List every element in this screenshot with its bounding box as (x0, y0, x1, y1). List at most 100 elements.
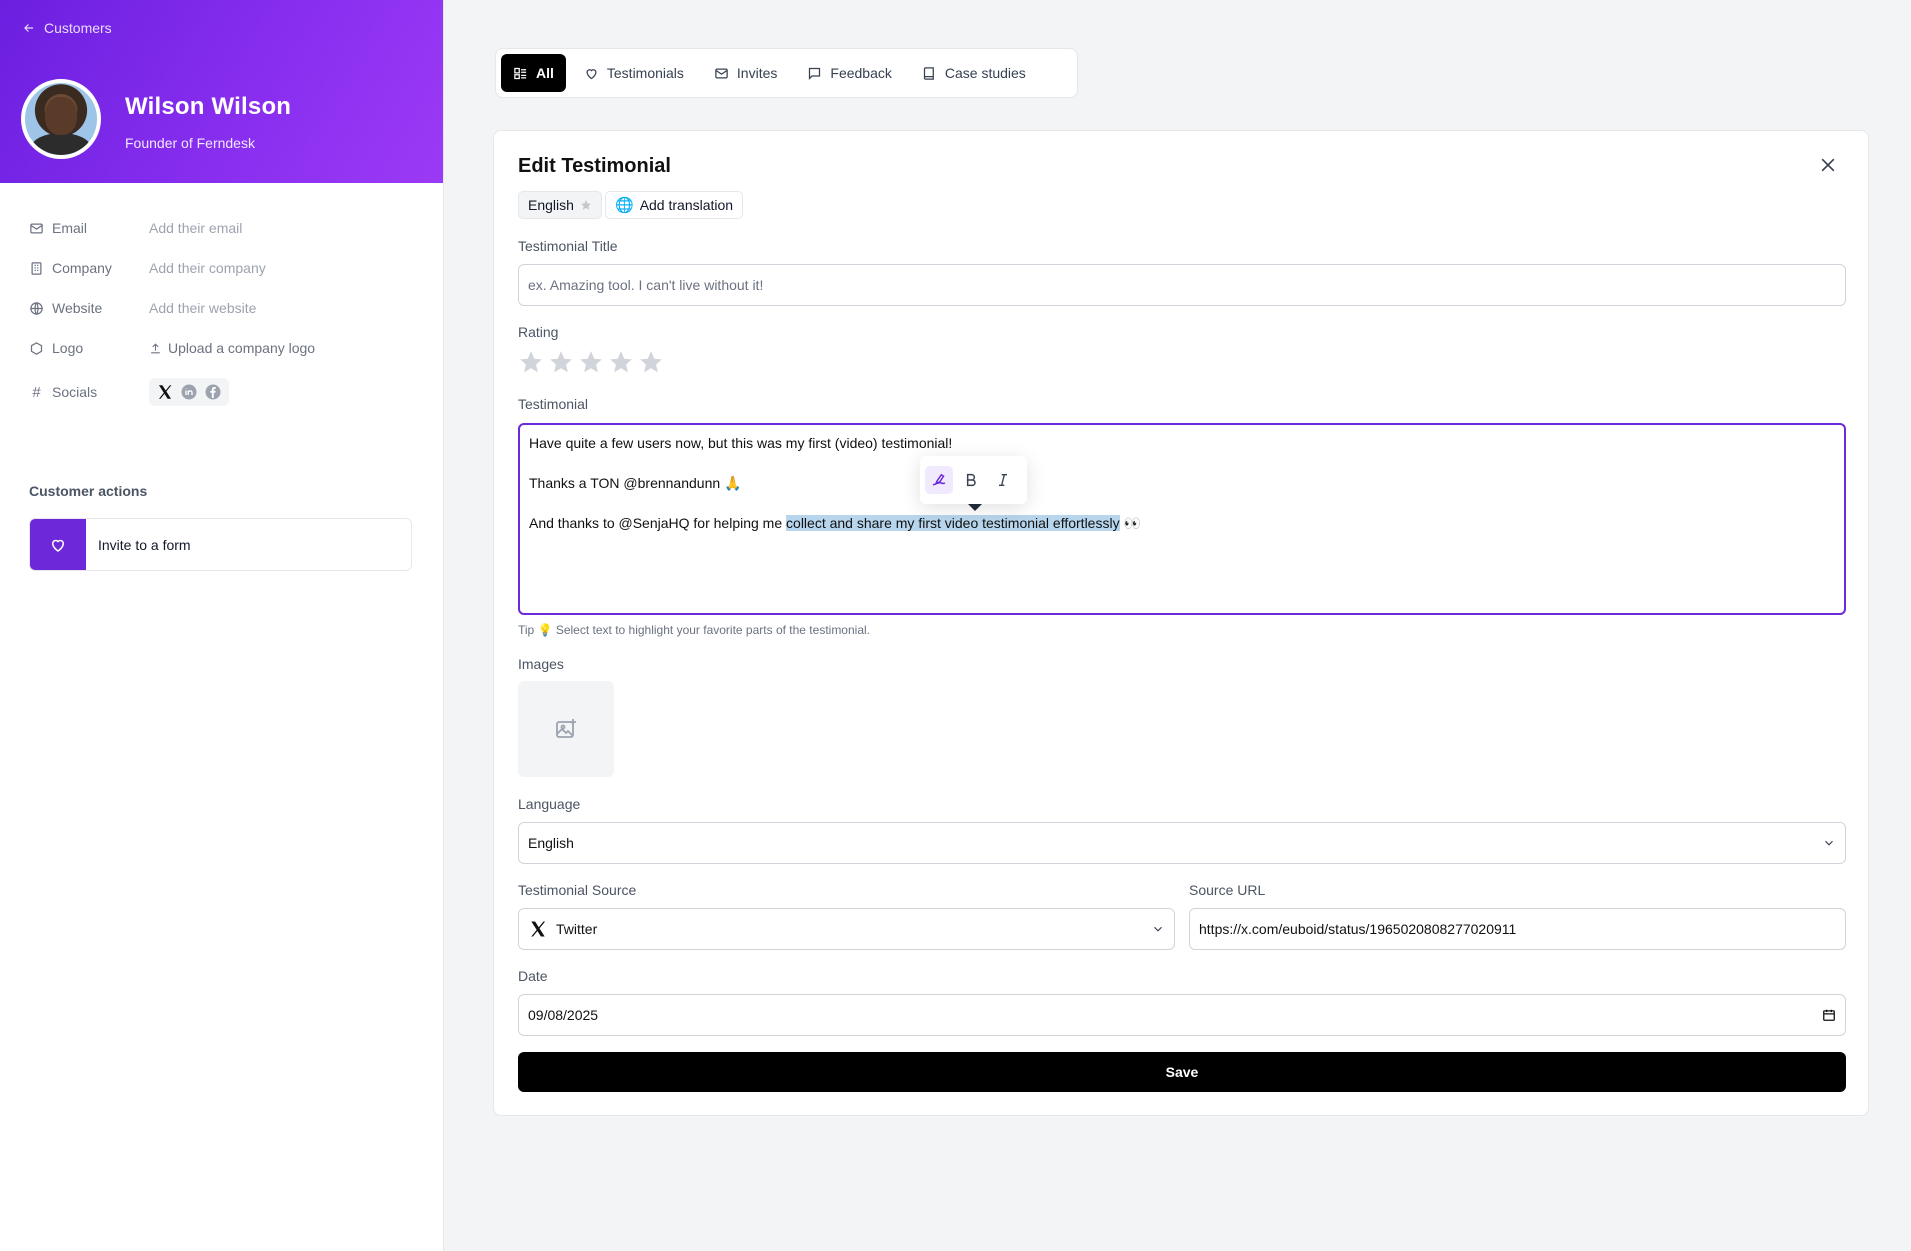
star-icon[interactable] (578, 349, 604, 375)
testimonial-editor[interactable]: Have quite a few users now, but this was… (518, 423, 1846, 615)
hash-icon: # (32, 383, 41, 401)
highlighter-icon[interactable] (925, 466, 953, 494)
x-icon[interactable] (153, 381, 177, 403)
tab-testimonials[interactable]: Testimonials (572, 54, 696, 92)
avatar (21, 79, 101, 159)
customer-actions-title: Customer actions (29, 483, 148, 499)
tab-feedback-label: Feedback (830, 65, 892, 81)
email-label: Email (52, 220, 88, 236)
tab-invites-label: Invites (736, 65, 778, 81)
source-label: Testimonial Source (518, 882, 637, 898)
upload-logo-button[interactable]: Upload a company logo (149, 340, 315, 356)
tip-text: Tip 💡 Select text to highlight your favo… (518, 623, 870, 637)
upload-icon (151, 342, 160, 353)
email-field[interactable]: Add their email (149, 220, 242, 236)
hexagon-icon (30, 341, 43, 355)
company-row: Company Add their company (29, 260, 266, 276)
tab-testimonials-label: Testimonials (606, 65, 684, 81)
heart-icon (586, 68, 597, 79)
company-field[interactable]: Add their company (149, 260, 266, 276)
invite-to-form-button[interactable]: Invite to a form (29, 518, 412, 571)
building-icon (31, 261, 42, 275)
invite-to-form-label: Invite to a form (98, 536, 191, 553)
rating-label: Rating (518, 324, 559, 340)
upload-logo-label: Upload a company logo (168, 340, 316, 356)
customer-sidebar: Customers Wilson Wilson Founder of Fernd… (0, 0, 444, 1251)
page-title: Edit Testimonial (518, 155, 671, 177)
source-url-label: Source URL (1189, 882, 1266, 898)
tab-all-label: All (536, 65, 554, 81)
customer-header: Customers Wilson Wilson Founder of Fernd… (0, 0, 443, 183)
star-icon[interactable] (548, 349, 574, 375)
mail-icon (715, 68, 728, 78)
save-button[interactable]: Save (518, 1052, 1846, 1092)
tab-all[interactable]: All (501, 54, 566, 92)
mail-icon (30, 223, 43, 233)
back-link-label: Customers (44, 20, 112, 36)
website-field[interactable]: Add their website (149, 300, 256, 316)
testimonial-line: Thanks a TON @brennandunn 🙏 (529, 475, 742, 491)
testimonial-text: And thanks to @SenjaHQ for helping me (529, 515, 787, 531)
linkedin-icon[interactable] (177, 381, 201, 403)
star-icon[interactable] (518, 349, 544, 375)
add-translation-label: Add translation (639, 197, 734, 213)
chevron-down-icon (1825, 840, 1833, 846)
testimonial-label: Testimonial (518, 396, 589, 412)
logo-label: Logo (52, 340, 84, 356)
company-label: Company (52, 260, 112, 276)
language-select[interactable]: English (518, 822, 1846, 864)
tab-case-studies[interactable]: Case studies (910, 54, 1038, 92)
calendar-icon (1823, 1009, 1835, 1021)
date-label: Date (518, 968, 548, 984)
x-icon (531, 921, 546, 937)
facebook-icon[interactable] (201, 381, 225, 403)
title-placeholder: ex. Amazing tool. I can't live without i… (528, 277, 764, 293)
source-url-value: https://x.com/euboid/status/196502080827… (1199, 921, 1517, 937)
website-label: Website (52, 300, 103, 316)
toolbar-caret (968, 504, 982, 511)
italic-icon[interactable] (989, 466, 1017, 494)
socials-label: Socials (52, 384, 98, 400)
language-select-value: English (528, 835, 574, 851)
date-input[interactable]: 09/08/2025 (518, 994, 1846, 1036)
tab-case-studies-label: Case studies (944, 65, 1026, 81)
socials-row: # Socials (29, 378, 229, 406)
highlighted-text: collect and share my first video testimo… (786, 515, 1120, 531)
tab-feedback[interactable]: Feedback (795, 54, 903, 92)
customer-role: Founder of Ferndesk (125, 135, 255, 151)
date-value: 09/08/2025 (528, 1007, 599, 1023)
source-select[interactable]: Twitter (518, 908, 1175, 950)
tab-invites[interactable]: Invites (702, 54, 789, 92)
socials-group (149, 378, 229, 406)
add-image-button[interactable] (518, 681, 614, 777)
email-row: Email Add their email (29, 220, 242, 236)
heart-icon (30, 519, 86, 570)
back-link[interactable]: Customers (22, 20, 112, 36)
customer-name: Wilson Wilson (125, 93, 292, 120)
website-row: Website Add their website (29, 300, 256, 316)
add-translation-button[interactable]: 🌐 Add translation (605, 191, 744, 219)
source-select-value: Twitter (556, 921, 598, 937)
logo-row: Logo Upload a company logo (29, 340, 315, 356)
testimonial-title-input[interactable]: ex. Amazing tool. I can't live without i… (518, 264, 1846, 306)
star-icon[interactable] (638, 349, 664, 375)
testimonial-line: And thanks to @SenjaHQ for helping me co… (529, 513, 1835, 533)
list-icon (514, 67, 527, 79)
images-label: Images (518, 656, 564, 672)
title-label: Testimonial Title (518, 238, 618, 254)
globe-icon: 🌐 (615, 197, 634, 214)
bold-icon[interactable] (957, 466, 985, 494)
arrow-left-icon (24, 24, 34, 32)
edit-testimonial-card: Edit Testimonial English 🌐 Add translati… (493, 130, 1869, 1116)
testimonial-line: Have quite a few users now, but this was… (529, 435, 953, 451)
source-url-input[interactable]: https://x.com/euboid/status/196502080827… (1189, 908, 1846, 950)
format-toolbar (920, 456, 1027, 504)
star-icon[interactable] (608, 349, 634, 375)
image-plus-icon (556, 719, 576, 738)
close-icon[interactable] (1818, 155, 1838, 175)
language-chip[interactable]: English (518, 191, 602, 219)
message-icon (809, 67, 821, 80)
language-label: Language (518, 796, 581, 812)
testimonial-text: 👀 (1119, 515, 1141, 531)
rating-stars (518, 349, 664, 375)
